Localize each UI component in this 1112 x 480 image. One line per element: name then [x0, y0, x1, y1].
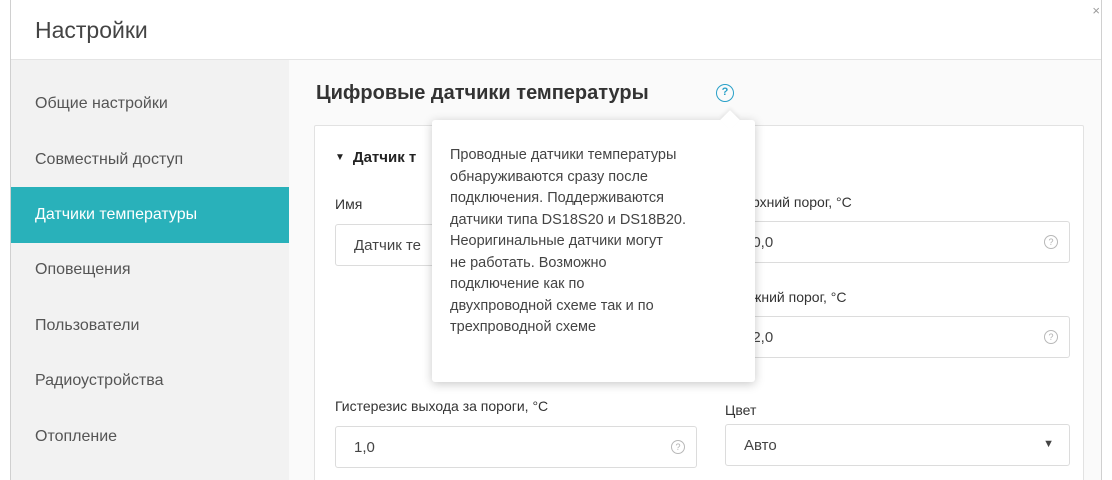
- caret-down-icon: ▼: [335, 152, 345, 163]
- sidebar-item-radio-devices[interactable]: Радиоустройства: [11, 353, 289, 409]
- sidebar-item-sharing[interactable]: Совместный доступ: [11, 132, 289, 188]
- hysteresis-value: 1,0: [354, 439, 375, 456]
- sidebar-item-users[interactable]: Пользователи: [11, 298, 289, 354]
- sensor-header[interactable]: ▼ Датчик т: [335, 149, 416, 166]
- page-title: Настройки: [35, 17, 148, 43]
- question-icon[interactable]: ?: [1044, 330, 1058, 344]
- name-label: Имя: [335, 196, 363, 212]
- tooltip-line: подключения. Поддерживаются: [450, 190, 664, 206]
- sidebar-item-temperature-sensors[interactable]: Датчики температуры: [11, 187, 289, 243]
- hysteresis-label: Гистерезис выхода за пороги, °С: [335, 398, 549, 414]
- color-select[interactable]: Авто ▼: [725, 424, 1070, 466]
- upper-threshold-input[interactable]: 40,0 ?: [725, 221, 1070, 263]
- upper-threshold-label: рхний порог, °С: [752, 194, 852, 210]
- sidebar-item-notifications[interactable]: Оповещения: [11, 242, 289, 298]
- sidebar-item-general[interactable]: Общие настройки: [11, 76, 289, 132]
- color-label: Цвет: [725, 402, 757, 418]
- tooltip-line: подключение как по: [450, 276, 585, 292]
- tooltip-line: трехпроводной схеме: [450, 319, 597, 335]
- tooltip-line: не работать. Возможно: [450, 254, 607, 271]
- lower-threshold-input[interactable]: 22,0 ?: [725, 316, 1070, 358]
- tooltip-line: Неоригинальные датчики могут: [450, 233, 663, 249]
- color-value: Авто: [744, 437, 777, 454]
- tooltip-line: датчики типа DS18S20 и DS18B20.: [450, 211, 686, 228]
- dialog-header: Настройки: [11, 0, 1101, 60]
- tooltip-line: обнаруживаются сразу после: [450, 168, 648, 185]
- name-value: Датчик те: [354, 237, 422, 254]
- lower-threshold-label: жний порог, °С: [752, 289, 847, 305]
- sensor-title: Датчик т: [352, 149, 417, 166]
- question-icon[interactable]: ?: [671, 440, 685, 454]
- question-icon[interactable]: ?: [1044, 235, 1058, 249]
- tooltip-line: двухпроводной схеме так и по: [450, 297, 654, 314]
- tooltip-line: Проводные датчики температуры: [450, 147, 677, 163]
- sidebar: Общие настройки Совместный доступ Датчик…: [11, 60, 289, 480]
- help-icon[interactable]: ?: [716, 84, 734, 102]
- sidebar-item-heating[interactable]: Отопление: [11, 409, 289, 465]
- dropdown-caret-icon: ▼: [1043, 438, 1054, 450]
- hysteresis-input[interactable]: 1,0 ?: [335, 426, 697, 468]
- help-tooltip: Проводные датчики температуры обнаружива…: [432, 120, 755, 382]
- section-title: Цифровые датчики температуры: [316, 82, 649, 104]
